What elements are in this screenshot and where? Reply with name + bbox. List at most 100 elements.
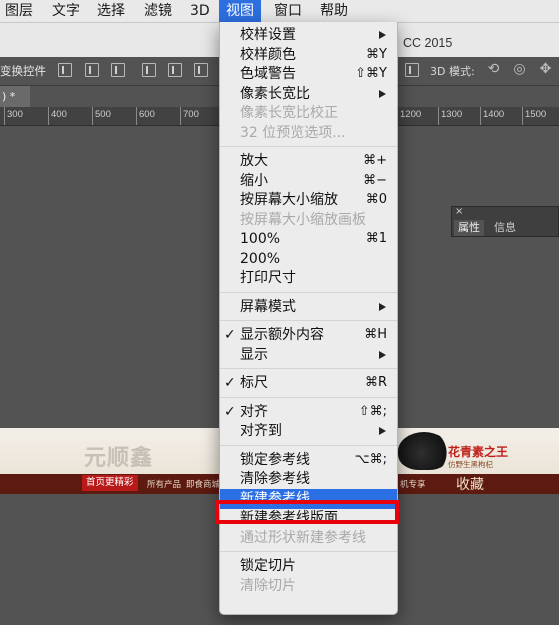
menu-window[interactable]: 窗口 [267, 0, 309, 22]
menu-item-label: 标尺 [240, 375, 268, 391]
align-hcenter-icon[interactable] [168, 63, 182, 77]
menu-item-label: 色域警告 [240, 66, 296, 82]
menu-item-label: 按屏幕大小缩放 [240, 192, 338, 208]
align-top-icon[interactable] [58, 63, 72, 77]
menu-item[interactable]: 校样设置 [220, 25, 397, 45]
tab-properties[interactable]: 属性 [454, 220, 484, 236]
align-right-icon[interactable] [194, 63, 208, 77]
submenu-arrow-icon [379, 427, 386, 435]
document-tab[interactable]: ) * [0, 86, 30, 107]
menu-item[interactable]: 对齐到 [220, 421, 397, 441]
menu-type[interactable]: 文字 [45, 0, 87, 22]
menu-item[interactable]: ✓ 显示额外内容 ⌘H [220, 325, 397, 345]
menu-item-label: 校样颜色 [240, 46, 296, 63]
app-title: CC 2015 [403, 36, 453, 50]
menu-item[interactable]: ✓ 对齐 ⇧⌘; [220, 402, 397, 422]
nav-link: 所有产品 [147, 480, 182, 490]
ruler-label: 700 [183, 109, 199, 120]
banner-subtitle: 仿野生黑枸杞 [448, 460, 493, 469]
menu-item-label: 放大 [240, 153, 268, 169]
menu-item[interactable]: 锁定参考线 ⌥⌘; [220, 450, 397, 470]
menu-item-label: 100% [240, 231, 281, 247]
menu-item: 按屏幕大小缩放画板 [220, 210, 397, 230]
menu-item-shortcut: ⌘0 [365, 192, 387, 207]
menu-item: 像素长宽比校正 [220, 103, 397, 123]
menu-help[interactable]: 帮助 [313, 0, 355, 22]
menu-item[interactable]: 校样颜色 ⌘Y [220, 45, 397, 65]
menu-3d[interactable]: 3D [183, 0, 217, 22]
align-left-icon[interactable] [142, 63, 156, 77]
menu-item[interactable]: ✓ 标尺 ⌘R [220, 373, 397, 393]
menu-select[interactable]: 选择 [90, 0, 132, 22]
submenu-arrow-icon [379, 89, 386, 98]
menu-item-shortcut: ⇧⌘Y [355, 66, 387, 81]
menu-item-label: 像素长宽比 [240, 85, 310, 102]
ruler-label: 300 [7, 109, 23, 120]
checkmark-icon: ✓ [224, 403, 236, 420]
menu-separator [220, 368, 397, 369]
menu-view[interactable]: 视图 [219, 0, 261, 22]
menu-separator [220, 444, 397, 446]
nav-collect: 收藏 [456, 477, 484, 493]
menu-item[interactable]: 缩小 ⌘− [220, 171, 397, 191]
menu-item-label: 清除参考线 [240, 471, 310, 487]
menu-filter[interactable]: 滤镜 [137, 0, 179, 22]
menu-item-shortcut: ⌥⌘; [354, 451, 387, 467]
menu-item-shortcut: ⌘H [364, 327, 387, 342]
ruler-tick [4, 107, 5, 125]
menu-separator [220, 396, 397, 398]
menu-separator [220, 146, 397, 147]
menu-item-shortcut: ⌘Y [366, 46, 387, 62]
3d-mode-label: 3D 模式: [430, 65, 475, 78]
tab-info[interactable]: 信息 [490, 220, 520, 236]
menu-item-shortcut: ⌘− [363, 172, 387, 188]
ruler-label: 400 [51, 109, 67, 120]
banner-slogan: 花青素之王 [448, 445, 509, 459]
submenu-arrow-icon [379, 350, 386, 359]
menu-item: 通过形状新建参考线 [220, 528, 397, 548]
submenu-arrow-icon [379, 302, 386, 311]
ruler-tick [48, 107, 49, 125]
menu-item[interactable]: 按屏幕大小缩放 ⌘0 [220, 190, 397, 210]
ruler-tick [480, 107, 481, 125]
menu-item[interactable]: 显示 [220, 345, 397, 365]
nav-link: 即食商城 [186, 480, 221, 490]
3d-pan-icon[interactable]: ✥ [538, 62, 553, 77]
menu-layer[interactable]: 图层 [0, 0, 40, 22]
menu-item-label: 打印尺寸 [240, 270, 296, 286]
menu-item-label: 对齐到 [240, 423, 282, 439]
checkmark-icon: ✓ [224, 375, 236, 391]
ruler-tick [92, 107, 93, 125]
menu-item[interactable]: 100% ⌘1 [220, 229, 397, 249]
distribute-icon[interactable] [405, 63, 419, 77]
menu-item[interactable]: 打印尺寸 [220, 268, 397, 288]
ruler-tick [180, 107, 181, 125]
menu-item[interactable]: 200% [220, 249, 397, 269]
menu-item[interactable]: 屏幕模式 [220, 297, 397, 317]
menu-separator [220, 291, 397, 293]
menu-item[interactable]: 放大 ⌘+ [220, 151, 397, 171]
ruler-label: 1400 [483, 109, 505, 120]
menu-item[interactable]: 清除参考线 [220, 469, 397, 489]
menubar: 图层 文字 选择 滤镜 3D 视图 窗口 帮助 [0, 0, 559, 23]
align-vcenter-icon[interactable] [85, 63, 99, 77]
properties-panel: × 属性 信息 [451, 206, 559, 237]
ruler-label: 1200 [400, 109, 422, 120]
view-menu-dropdown: 校样设置 校样颜色 ⌘Y 色域警告 ⇧⌘Y 像素长宽比 像素长宽比校正 32 位预览选项...… [219, 22, 398, 615]
menu-item-label: 按屏幕大小缩放画板 [240, 211, 366, 228]
menu-item-shortcut: ⌘R [364, 375, 387, 390]
ruler-label: 1300 [441, 109, 463, 120]
menu-item-shortcut: ⌘1 [365, 231, 387, 246]
nav-home-link: 首页更精彩 [82, 475, 138, 491]
3d-roll-icon[interactable]: ◎ [512, 62, 527, 77]
menu-item[interactable]: 锁定切片 [220, 556, 397, 576]
menu-item-label: 像素长宽比校正 [240, 105, 338, 121]
menu-item-label: 校样设置 [240, 27, 296, 43]
close-icon[interactable]: × [455, 206, 463, 217]
ruler-label: 500 [95, 109, 111, 120]
3d-orbit-icon[interactable]: ⟲ [486, 62, 501, 77]
menu-item[interactable]: 像素长宽比 [220, 84, 397, 104]
menu-item[interactable]: 色域警告 ⇧⌘Y [220, 64, 397, 84]
align-bottom-icon[interactable] [111, 63, 125, 77]
transform-controls-label: 变换控件 [0, 64, 46, 78]
